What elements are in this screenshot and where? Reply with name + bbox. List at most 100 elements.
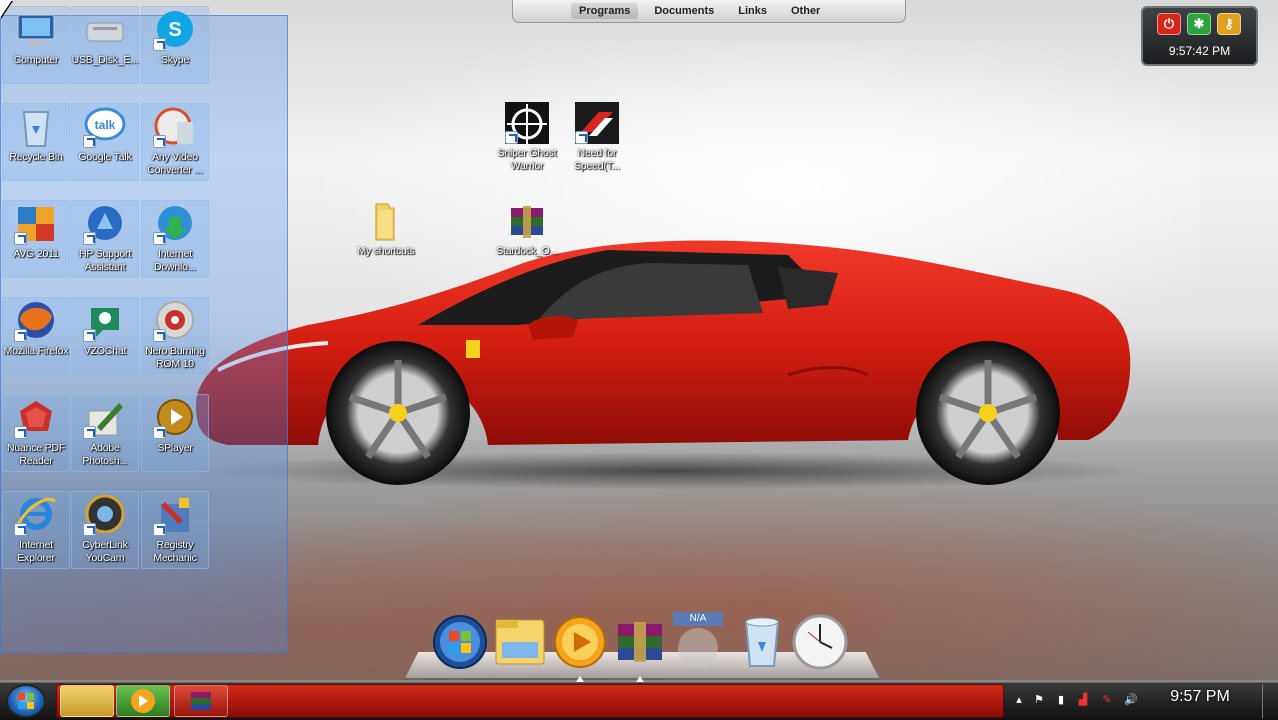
google-talk-icon: talk xyxy=(83,106,127,148)
lock-button[interactable]: ⚷ xyxy=(1217,13,1241,35)
action-center-flag-icon[interactable]: ⚑ xyxy=(1032,693,1046,707)
shortcut-arrow-icon xyxy=(83,523,96,536)
desktop-icon-hp-support[interactable]: HP Support Assistant xyxy=(71,200,139,278)
shortcut-arrow-icon xyxy=(153,523,166,536)
start-button[interactable] xyxy=(6,684,46,718)
desktop-icon-label: Need for Speed(T... xyxy=(574,147,620,172)
gadget-time: 9:57:42 PM xyxy=(1168,44,1231,58)
desktop-icon-label: AVG 2011 xyxy=(13,248,59,260)
menu-tab-documents[interactable]: Documents xyxy=(646,3,722,19)
desktop-icon-computer[interactable]: Computer xyxy=(2,6,70,84)
dock-start-orb[interactable] xyxy=(432,612,488,670)
need-for-speed-icon xyxy=(575,102,619,146)
desktop-icon-photoshop[interactable]: Adobe Photosh... xyxy=(71,394,139,472)
usb-drive-icon xyxy=(83,9,127,51)
tray-expand-icon[interactable]: ▴ xyxy=(1012,693,1026,707)
hp-support-icon xyxy=(83,203,127,245)
firefox-icon xyxy=(14,300,58,342)
desktop-icon-winrar-archive[interactable]: Stardock_O... xyxy=(493,198,561,276)
computer-icon xyxy=(14,9,58,51)
desktop-icon-label: Nero Burning ROM 10 xyxy=(145,345,205,370)
taskbar-winrar-button[interactable] xyxy=(174,685,228,717)
desktop-icon-label: Mozilla Firefox xyxy=(3,345,69,357)
desktop-icon-label: USB_Disk_E... xyxy=(71,54,139,66)
sniper-game-icon xyxy=(505,102,549,146)
desktop-icon-label: SPlayer xyxy=(157,442,193,454)
shortcut-arrow-icon xyxy=(83,135,96,148)
network-icon[interactable]: ▟ xyxy=(1076,693,1090,707)
dock-blank[interactable]: N/A xyxy=(670,612,726,670)
menu-tab-programs[interactable]: Programs xyxy=(571,3,639,19)
internet-explorer-icon xyxy=(14,494,58,536)
shutdown-button[interactable]: ⏻ xyxy=(1157,13,1181,35)
desktop-icon-label: Any Video Converter ... xyxy=(147,151,203,176)
shortcut-arrow-icon xyxy=(575,131,588,144)
dock-media-player[interactable] xyxy=(552,612,608,670)
shortcut-arrow-icon xyxy=(83,329,96,342)
dock-clock[interactable] xyxy=(792,612,848,670)
desktop-icon-registry-mechanic[interactable]: Registry Mechanic xyxy=(141,491,209,569)
taskbar-media-player-button[interactable] xyxy=(116,685,170,717)
restart-button[interactable]: ✱ xyxy=(1187,13,1211,35)
blank-icon xyxy=(678,628,718,668)
desktop-icon-internet-explorer[interactable]: Internet Explorer xyxy=(2,491,70,569)
dock-recycle-bin[interactable] xyxy=(734,612,790,670)
desktop-icon-vzochat[interactable]: VZOChat xyxy=(71,297,139,375)
media-player-icon xyxy=(554,616,606,668)
winrar-archive-icon xyxy=(505,200,549,242)
desktop-icon-avg[interactable]: AVG 2011 xyxy=(2,200,70,278)
desktop-icon-label: Skype xyxy=(160,54,190,66)
desktop-icon-label: HP Support Assistant xyxy=(78,248,132,273)
recycle-bin-icon xyxy=(14,106,58,148)
taskbar-explorer-button[interactable] xyxy=(60,685,114,717)
desktop-icon-label: Computer xyxy=(13,54,59,66)
desktop-icon-nero[interactable]: Nero Burning ROM 10 xyxy=(141,297,209,375)
key-icon: ⚷ xyxy=(1224,16,1234,31)
nero-icon xyxy=(153,300,197,342)
blank-dock-label: N/A xyxy=(673,612,723,626)
clock-icon xyxy=(792,614,848,670)
windows-logo-icon xyxy=(18,693,34,709)
input-language-icon[interactable]: ✎ xyxy=(1100,693,1114,707)
desktop-icon-pdf-reader[interactable]: Nuance PDF Reader xyxy=(2,394,70,472)
desktop-icon-folder[interactable]: My shortcuts xyxy=(352,198,420,276)
desktop-icon-internet-download[interactable]: Internet Downlo... xyxy=(141,200,209,278)
power-tray-icon[interactable]: ▮ xyxy=(1054,693,1068,707)
svg-text:talk: talk xyxy=(95,118,116,132)
wallpaper-car xyxy=(196,240,1131,485)
dock-explorer[interactable] xyxy=(492,612,548,670)
shortcut-arrow-icon xyxy=(153,329,166,342)
desktop-icon-video-converter[interactable]: Any Video Converter ... xyxy=(141,103,209,181)
desktop-icon-google-talk[interactable]: talk Google Talk xyxy=(71,103,139,181)
desktop-icon-label: Recycle Bin xyxy=(9,151,63,163)
desktop-icon-recycle-bin[interactable]: Recycle Bin xyxy=(2,103,70,181)
mouse-cursor xyxy=(0,0,12,18)
top-menu-bar: Programs Documents Links Other xyxy=(512,0,906,23)
desktop-icon-youcam[interactable]: CyberLink YouCam xyxy=(71,491,139,569)
menu-tab-links[interactable]: Links xyxy=(730,3,775,19)
shortcut-arrow-icon xyxy=(14,232,27,245)
folder-icon xyxy=(364,200,408,242)
desktop-icon-splayer[interactable]: SPlayer xyxy=(141,394,209,472)
winrar-icon xyxy=(618,622,662,662)
power-gadget: ⏻ ✱ ⚷ 9:57:42 PM xyxy=(1141,6,1258,66)
desktop-icon-need-for-speed[interactable]: Need for Speed(T... xyxy=(563,100,631,178)
desktop-icon-firefox[interactable]: Mozilla Firefox xyxy=(2,297,70,375)
desktop-icon-label: Sniper Ghost Warrior xyxy=(497,147,557,172)
desktop-icon-label: Internet Downlo... xyxy=(154,248,196,273)
desktop-icon-label: My shortcuts xyxy=(357,245,415,257)
explorer-folder-icon xyxy=(495,619,545,665)
windows-logo-icon xyxy=(433,615,487,669)
desktop-icon-sniper-game[interactable]: Sniper Ghost Warrior xyxy=(493,100,561,178)
menu-tab-other[interactable]: Other xyxy=(783,3,828,19)
dock-winrar[interactable] xyxy=(612,612,668,670)
splayer-icon xyxy=(153,397,197,439)
desktop-icon-skype[interactable]: S Skype xyxy=(141,6,209,84)
show-desktop-button[interactable] xyxy=(1262,684,1276,718)
media-player-icon xyxy=(131,689,155,713)
desktop-icon-usb-drive[interactable]: USB_Disk_E... xyxy=(71,6,139,84)
volume-icon[interactable]: 🔊 xyxy=(1124,693,1138,707)
taskbar-clock[interactable]: 9:57 PM xyxy=(1158,688,1242,706)
shortcut-arrow-icon xyxy=(505,131,518,144)
shortcut-arrow-icon xyxy=(14,426,27,439)
